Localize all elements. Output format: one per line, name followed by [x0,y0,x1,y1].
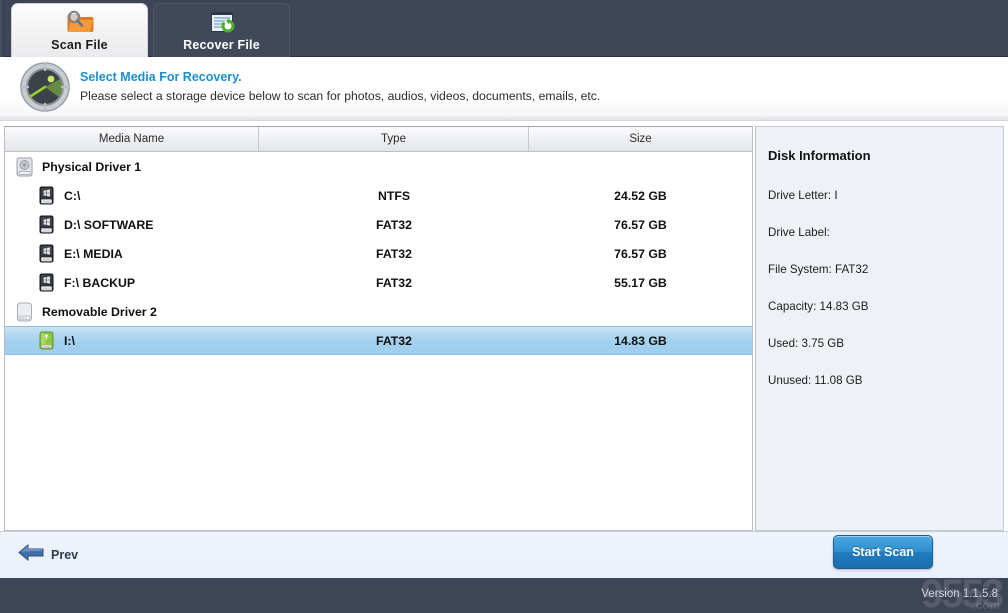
media-name-label: I:\ [64,333,75,348]
radar-scanner-icon [20,62,70,112]
column-header-size[interactable]: Size [529,127,752,151]
document-refresh-icon [205,8,239,36]
column-header-type[interactable]: Type [259,127,529,151]
version-label: Version 1.1.5.8 [921,588,998,600]
arrow-left-icon [18,543,44,566]
hard-disk-icon [15,157,34,177]
tab-bar: Scan File Recover File [0,0,1008,57]
media-name-label: E:\ MEDIA [64,246,123,261]
prev-button[interactable]: Prev [18,543,79,566]
disk-information-panel: Disk Information Drive Letter: I Drive L… [755,126,1004,531]
removable-disk-icon [15,302,34,322]
cell-media-name: F:\ BACKUP [5,273,259,293]
media-name-label: Removable Driver 2 [42,304,157,319]
windows-drive-icon [37,244,56,264]
table-row[interactable]: F:\ BACKUP FAT32 55.17 GB [5,268,752,297]
tab-scan-file-label: Scan File [51,38,108,52]
folder-search-icon [63,8,97,36]
tab-scan-file[interactable]: Scan File [11,3,148,57]
windows-drive-icon [37,215,56,235]
tab-recover-file-label: Recover File [183,38,260,52]
cell-type: FAT32 [376,246,412,261]
cell-size: 55.17 GB [614,275,667,290]
cell-size: 76.57 GB [614,217,667,232]
column-header-media-name[interactable]: Media Name [5,127,259,151]
table-header-row: Media Name Type Size [5,127,752,152]
windows-drive-icon [37,273,56,293]
cell-media-name: E:\ MEDIA [5,244,259,264]
prev-button-label: Prev [51,548,79,562]
media-name-label: C:\ [64,188,81,203]
cell-size: 14.83 GB [614,333,667,348]
page-subtitle: Please select a storage device below to … [80,89,601,103]
status-bar: 9553 .com Version 1.1.5.8 [0,578,1008,613]
table-row[interactable]: D:\ SOFTWARE FAT32 76.57 GB [5,210,752,239]
table-row[interactable]: E:\ MEDIA FAT32 76.57 GB [5,239,752,268]
disk-info-used: Used: 3.75 GB [768,337,845,350]
media-name-label: D:\ SOFTWARE [64,217,154,232]
tab-recover-file[interactable]: Recover File [153,3,290,57]
disk-info-file-system: File System: FAT32 [768,263,869,276]
watermark-logo-sub: .com [971,598,1000,612]
cell-media-name: Removable Driver 2 [5,302,259,322]
table-row[interactable]: C:\ NTFS 24.52 GB [5,181,752,210]
disk-info-drive-letter: Drive Letter: I [768,189,838,202]
cell-media-name: D:\ SOFTWARE [5,215,259,235]
cell-media-name: C:\ [5,186,259,206]
start-scan-button[interactable]: Start Scan [833,535,933,569]
media-name-label: F:\ BACKUP [64,275,136,290]
table-body: Physical Driver 1 C:\ NTFS 24.52 GB D:\ SOFT… [5,152,752,530]
cell-media-name: Physical Driver 1 [5,157,259,177]
cell-type: NTFS [377,188,411,203]
disk-info-drive-label: Drive Label: [768,226,830,239]
usb-drive-green-icon [37,331,56,351]
disk-info-capacity: Capacity: 14.83 GB [768,300,869,313]
table-row[interactable]: Physical Driver 1 [5,152,752,181]
windows-drive-icon [37,186,56,206]
cell-media-name: I:\ [5,331,259,351]
cell-type: FAT32 [376,275,412,290]
cell-size: 76.57 GB [614,246,667,261]
media-table: Media Name Type Size Physical Driver 1 C:… [4,126,753,531]
table-row[interactable]: Removable Driver 2 [5,297,752,326]
page-title: Select Media For Recovery. [80,70,242,84]
table-row[interactable]: I:\ FAT32 14.83 GB [5,326,752,355]
disk-info-unused: Unused: 11.08 GB [768,374,863,387]
cell-size: 24.52 GB [614,188,667,203]
media-name-label: Physical Driver 1 [42,159,142,174]
cell-type: FAT32 [376,333,412,348]
app-window: Scan File Recover File Select Media For … [0,0,1008,613]
disk-information-title: Disk Information [768,148,871,163]
cell-type: FAT32 [376,217,412,232]
